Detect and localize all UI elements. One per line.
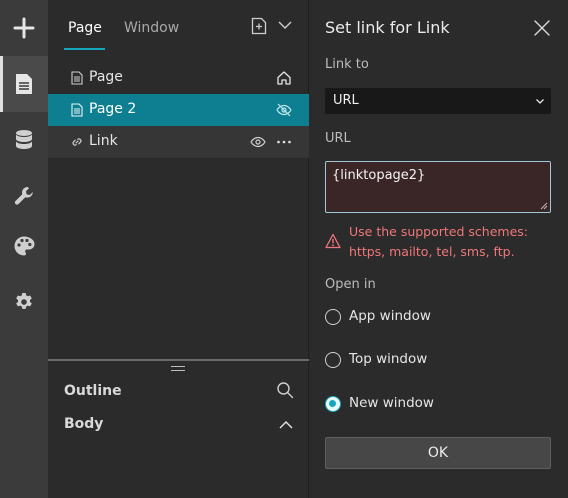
outline-title: Outline — [64, 383, 122, 399]
open-in-app-window[interactable]: App window — [325, 308, 525, 328]
open-in-label: Open in — [325, 277, 376, 292]
wrench-icon[interactable] — [0, 168, 48, 224]
gear-icon[interactable] — [0, 274, 48, 330]
more-options-icon[interactable] — [276, 134, 292, 150]
ok-button[interactable]: OK — [325, 437, 551, 469]
page-panel: Page Window Page Page 2 Link Outline Bod… — [48, 0, 309, 498]
link-to-label: Link to — [325, 57, 369, 72]
data-icon[interactable] — [0, 112, 48, 168]
pages-icon[interactable] — [0, 56, 48, 112]
resize-handle-icon[interactable] — [540, 202, 548, 210]
page-label: Page 2 — [89, 101, 137, 117]
search-icon[interactable] — [276, 381, 294, 399]
radio-label: Top window — [349, 351, 428, 367]
panel-splitter[interactable] — [48, 359, 309, 361]
page-list-item[interactable]: Link — [48, 126, 309, 158]
home-icon[interactable] — [276, 70, 292, 86]
eye-hidden-icon[interactable] — [276, 102, 292, 118]
radio-button[interactable] — [325, 309, 341, 325]
warning-icon — [325, 233, 341, 249]
link-to-select[interactable]: URL — [325, 88, 551, 114]
url-label: URL — [325, 131, 351, 146]
chevron-down-icon[interactable] — [278, 20, 292, 30]
open-in-new-window[interactable]: New window — [325, 395, 525, 415]
eye-icon[interactable] — [250, 134, 266, 150]
page-label: Link — [89, 133, 118, 149]
drag-handle-icon[interactable] — [171, 366, 185, 371]
tab-window[interactable]: Window — [124, 20, 179, 36]
add-icon[interactable] — [0, 0, 48, 56]
link-icon — [72, 138, 82, 146]
page-list-item-selected[interactable]: Page 2 — [48, 94, 309, 126]
page-label: Page — [89, 69, 123, 85]
tab-page[interactable]: Page — [68, 20, 102, 36]
panel-tabs: Page Window — [48, 0, 309, 56]
radio-button[interactable] — [325, 352, 341, 368]
active-tab-indicator — [64, 48, 105, 50]
error-message: Use the supported schemes: https, mailto… — [349, 224, 528, 259]
body-title[interactable]: Body — [64, 416, 103, 432]
panel-title: Set link for Link — [325, 18, 450, 37]
open-in-top-window[interactable]: Top window — [325, 351, 525, 371]
link-to-value: URL — [333, 93, 359, 108]
radio-label: New window — [349, 395, 434, 411]
radio-label: App window — [349, 308, 431, 324]
palette-icon[interactable] — [0, 218, 48, 274]
close-icon[interactable] — [533, 19, 551, 37]
add-page-icon[interactable] — [250, 17, 268, 35]
chevron-up-icon[interactable] — [279, 420, 293, 430]
link-settings-panel: Set link for Link Link to URL URL {linkt… — [309, 0, 568, 498]
chevron-down-icon — [536, 99, 544, 104]
page-icon — [71, 71, 83, 85]
page-icon — [71, 103, 83, 117]
url-input[interactable]: {linktopage2} — [325, 161, 551, 213]
radio-button-checked[interactable] — [325, 396, 341, 412]
page-list-item[interactable]: Page — [48, 62, 309, 94]
url-value: {linktopage2} — [332, 168, 426, 183]
app-rail — [0, 0, 48, 498]
